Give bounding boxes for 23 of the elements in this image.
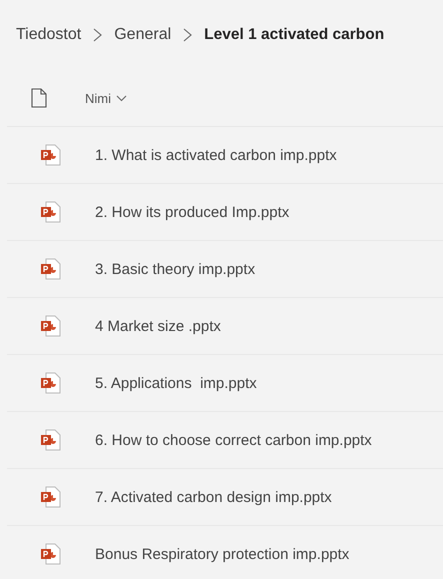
powerpoint-file-icon: [41, 144, 61, 166]
file-name[interactable]: 5. Applications imp.pptx: [95, 374, 257, 392]
file-icon: [31, 88, 47, 108]
file-name[interactable]: 7. Activated carbon design imp.pptx: [95, 488, 332, 506]
powerpoint-file-icon: [41, 543, 61, 565]
column-header[interactable]: Nimi: [85, 90, 111, 106]
powerpoint-file-icon: [41, 258, 61, 280]
file-name[interactable]: 4 Market size .pptx: [95, 318, 221, 334]
file-name[interactable]: 3. Basic theory imp.pptx: [95, 260, 256, 278]
breadcrumb-item[interactable]: General: [114, 26, 172, 44]
file-name[interactable]: Bonus Respiratory protection imp.pptx: [95, 546, 350, 562]
powerpoint-file-icon: [41, 372, 61, 394]
file-name[interactable]: 2. How its produced Imp.pptx: [95, 204, 290, 220]
powerpoint-file-icon: [41, 429, 61, 451]
breadcrumb-item[interactable]: Level 1 activated carbon: [204, 26, 384, 44]
powerpoint-file-icon: [41, 201, 61, 223]
chevron-right-icon: [93, 28, 102, 42]
file-name[interactable]: 1. What is activated carbon imp.pptx: [95, 146, 337, 164]
file-name[interactable]: 6. How to choose correct carbon imp.pptx: [95, 432, 372, 448]
powerpoint-file-icon: [41, 486, 61, 508]
breadcrumb-item[interactable]: Tiedostot: [16, 26, 82, 44]
powerpoint-file-icon: [41, 315, 61, 337]
chevron-right-icon: [183, 28, 192, 42]
